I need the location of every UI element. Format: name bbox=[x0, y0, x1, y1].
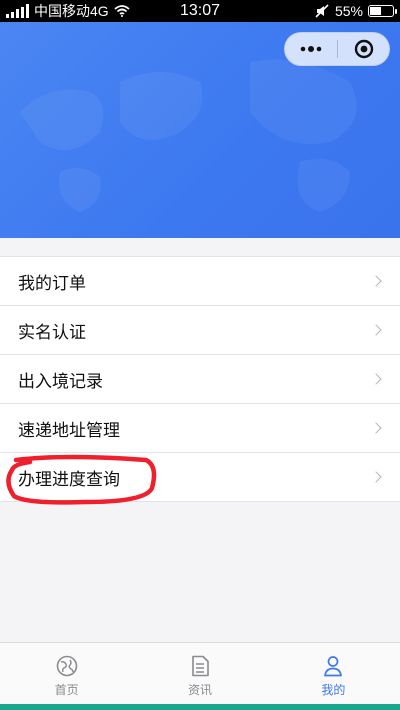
chevron-right-icon bbox=[370, 422, 382, 434]
chevron-right-icon bbox=[370, 471, 382, 483]
bottom-edge bbox=[0, 704, 400, 710]
profile-menu: 我的订单 实名认证 出入境记录 速递地址管理 办理进度查询 bbox=[0, 256, 400, 502]
document-icon bbox=[192, 655, 209, 677]
chevron-right-icon bbox=[370, 324, 382, 336]
mute-icon bbox=[315, 4, 329, 18]
battery-percent: 55% bbox=[334, 3, 363, 19]
menu-item-label: 我的订单 bbox=[18, 273, 86, 293]
tab-label: 首页 bbox=[54, 683, 79, 697]
menu-item-orders[interactable]: 我的订单 bbox=[0, 257, 400, 306]
battery-icon bbox=[368, 5, 397, 17]
menu-item-real-name-auth[interactable]: 实名认证 bbox=[0, 306, 400, 355]
tab-mine[interactable]: 我的 bbox=[267, 643, 400, 705]
menu-item-entry-exit-records[interactable]: 出入境记录 bbox=[0, 355, 400, 404]
menu-item-label: 办理进度查询 bbox=[18, 469, 120, 489]
tab-home[interactable]: 首页 bbox=[0, 643, 133, 705]
menu-item-label: 出入境记录 bbox=[18, 371, 103, 391]
close-button[interactable] bbox=[338, 33, 389, 65]
mini-program-capsule bbox=[284, 32, 390, 66]
tab-news[interactable]: 资讯 bbox=[133, 643, 266, 705]
tab-bar: 首页 资讯 我的 bbox=[0, 642, 400, 705]
chevron-right-icon bbox=[370, 275, 382, 287]
tab-label: 资讯 bbox=[187, 683, 212, 697]
close-target-icon bbox=[354, 39, 373, 59]
status-bar: 中国移动4G 13:07 55% bbox=[0, 0, 400, 22]
menu-item-progress-query[interactable]: 办理进度查询 bbox=[0, 453, 400, 501]
user-icon bbox=[324, 656, 343, 677]
profile-banner bbox=[0, 22, 400, 238]
chevron-right-icon bbox=[370, 373, 382, 385]
menu-item-label: 速递地址管理 bbox=[18, 420, 120, 440]
tab-label: 我的 bbox=[321, 683, 346, 697]
more-dots-icon bbox=[300, 46, 322, 52]
menu-item-delivery-address[interactable]: 速递地址管理 bbox=[0, 404, 400, 453]
globe-icon bbox=[56, 655, 77, 677]
more-button[interactable] bbox=[285, 33, 337, 65]
menu-item-label: 实名认证 bbox=[18, 322, 86, 342]
